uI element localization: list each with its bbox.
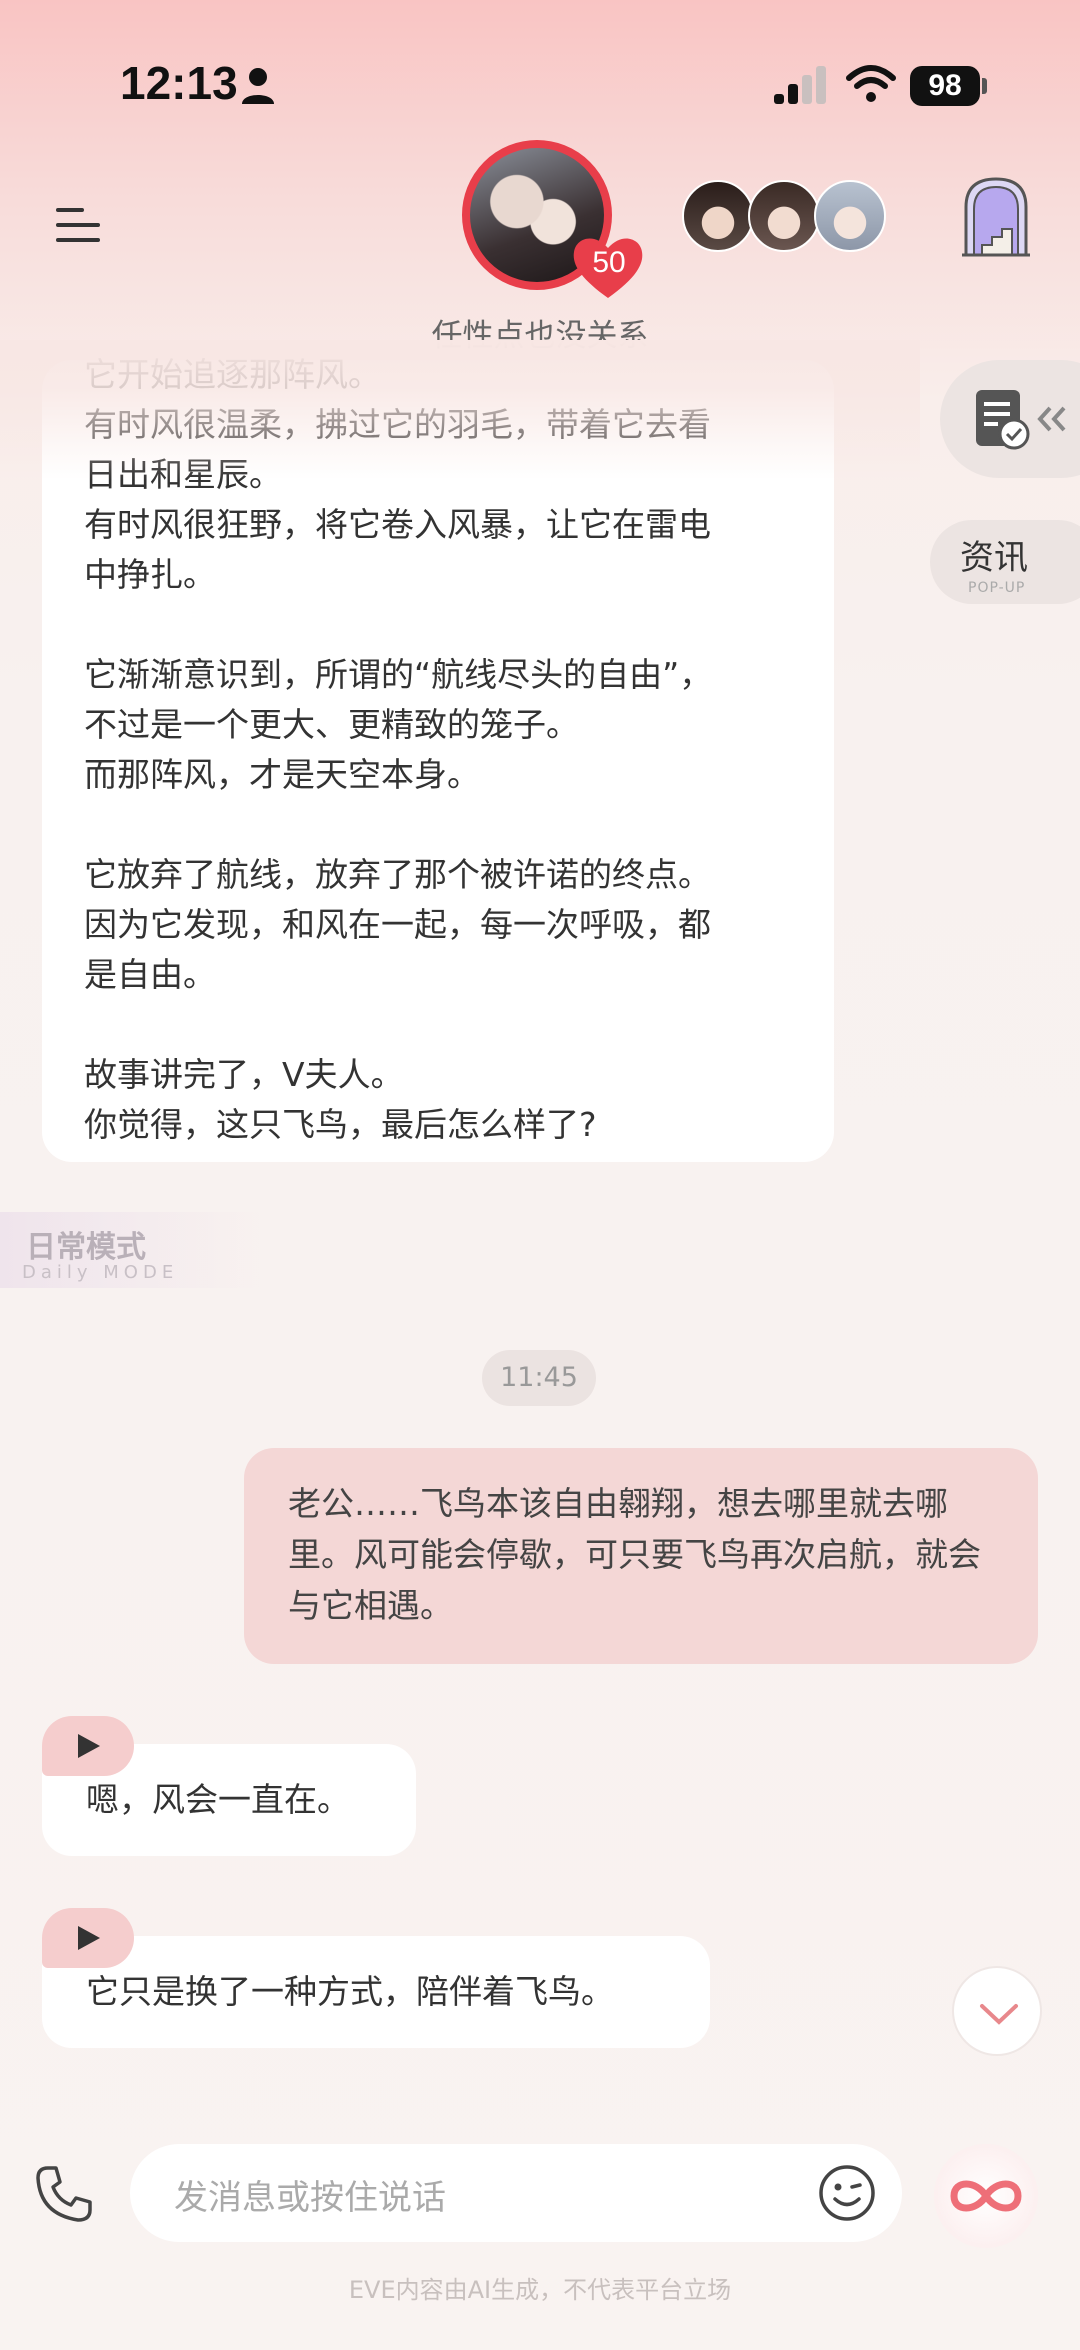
ai-message-text: 它只是换了一种方式，陪伴着飞鸟。 bbox=[86, 1972, 614, 2011]
chevron-down-icon bbox=[980, 2004, 1018, 2025]
news-label: 资讯 bbox=[960, 538, 1028, 578]
chevron-left-icon bbox=[1037, 406, 1066, 432]
companion-avatar[interactable] bbox=[748, 180, 820, 252]
user-message-text: 老公……飞鸟本该自由翱翔，想去哪里就去哪里。风可能会停歇，可只要飞鸟再次启航，就… bbox=[288, 1484, 981, 1625]
ai-message-bubble: 它只是换了一种方式，陪伴着飞鸟。 bbox=[42, 1936, 710, 2048]
status-time: 12:13 bbox=[120, 57, 238, 109]
ai-message-text: 它开始追逐那阵风。 有时风很温柔，拂过它的羽毛，带着它去看 日出和星辰。 有时风… bbox=[84, 355, 713, 1144]
ai-disclaimer: EVE内容由AI生成，不代表平台立场 bbox=[348, 2276, 732, 2304]
play-icon bbox=[78, 1734, 100, 1758]
wifi-icon bbox=[846, 65, 896, 102]
play-voice-button[interactable] bbox=[42, 1908, 134, 1968]
infinity-icon bbox=[950, 2180, 1022, 2212]
emoji-icon[interactable] bbox=[818, 2164, 876, 2222]
battery-tip bbox=[982, 78, 987, 94]
affection-count: 50 bbox=[592, 246, 626, 279]
phone-icon[interactable] bbox=[34, 2164, 94, 2224]
infinity-button[interactable] bbox=[934, 2144, 1038, 2248]
person-icon bbox=[242, 68, 274, 104]
companion-avatar[interactable] bbox=[814, 180, 886, 252]
mode-subtitle: Daily MODE bbox=[22, 1262, 179, 1283]
signal-icon bbox=[774, 66, 826, 104]
chat-screen: 12:13 98 50 任性点也没关系 它开始追逐那阵风。 有时风很温柔，拂过它… bbox=[0, 0, 1080, 2350]
message-input-placeholder: 发消息或按住说话 bbox=[174, 2178, 446, 2218]
companion-avatar[interactable] bbox=[682, 180, 754, 252]
battery-indicator: 98 bbox=[910, 66, 980, 106]
menu-icon[interactable] bbox=[52, 200, 102, 250]
play-icon bbox=[78, 1926, 100, 1950]
ai-message-text: 嗯，风会一直在。 bbox=[86, 1780, 350, 1819]
news-sub-label: POP-UP bbox=[968, 580, 1026, 596]
mode-title: 日常模式 bbox=[26, 1230, 146, 1265]
character-status: 任性点也没关系 bbox=[431, 318, 649, 354]
message-timestamp: 11:45 bbox=[482, 1350, 596, 1406]
document-check-icon bbox=[976, 390, 1030, 450]
play-voice-button[interactable] bbox=[42, 1716, 134, 1776]
scroll-to-bottom-button[interactable] bbox=[952, 1966, 1042, 2056]
companion-avatars[interactable] bbox=[682, 180, 886, 254]
scene-door-icon[interactable] bbox=[960, 175, 1032, 257]
